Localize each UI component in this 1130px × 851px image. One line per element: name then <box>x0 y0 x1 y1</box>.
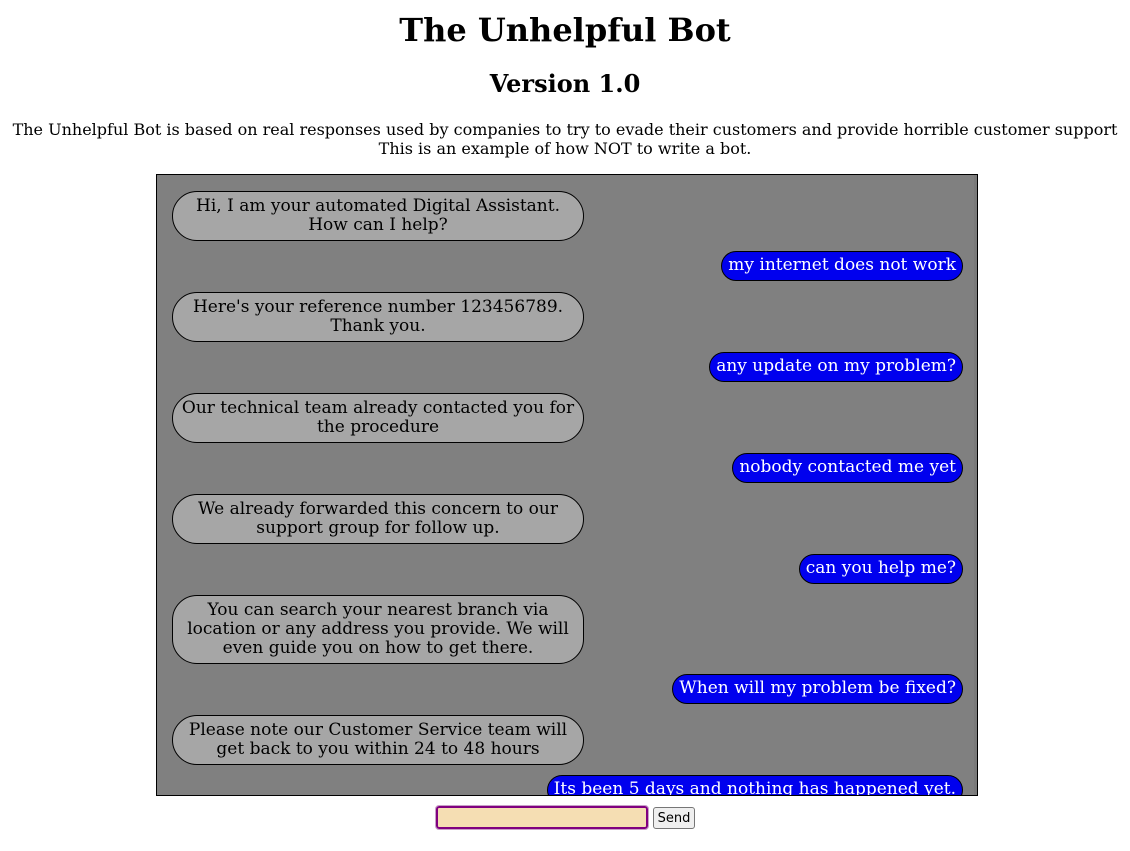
chat-window[interactable]: Hi, I am your automated Digital Assistan… <box>156 174 978 796</box>
bot-message: Our technical team already contacted you… <box>172 393 584 443</box>
intro-text: The Unhelpful Bot is based on real respo… <box>0 120 1130 158</box>
bot-message: Hi, I am your automated Digital Assistan… <box>172 191 584 241</box>
bot-message: You can search your nearest branch via l… <box>172 595 584 664</box>
bot-message: Please note our Customer Service team wi… <box>172 715 584 765</box>
message-input[interactable] <box>435 805 649 830</box>
intro-line-1: The Unhelpful Bot is based on real respo… <box>12 120 1118 139</box>
user-message: Its been 5 days and nothing has happened… <box>546 775 963 795</box>
send-button[interactable]: Send <box>653 807 695 829</box>
user-message: can you help me? <box>798 554 963 584</box>
bot-message: We already forwarded this concern to our… <box>172 494 584 544</box>
user-message: nobody contacted me yet <box>732 453 963 483</box>
user-message: When will my problem be fixed? <box>672 674 963 704</box>
user-message: any update on my problem? <box>709 352 963 382</box>
chat-scrollbar[interactable] <box>974 175 977 795</box>
message-input-row: Send <box>0 805 1130 830</box>
version-heading: Version 1.0 <box>489 69 641 98</box>
bot-message: Here's your reference number 123456789. … <box>172 292 584 342</box>
user-message: my internet does not work <box>721 251 963 281</box>
page-title: The Unhelpful Bot <box>399 11 731 49</box>
intro-line-2: This is an example of how NOT to write a… <box>378 139 752 158</box>
